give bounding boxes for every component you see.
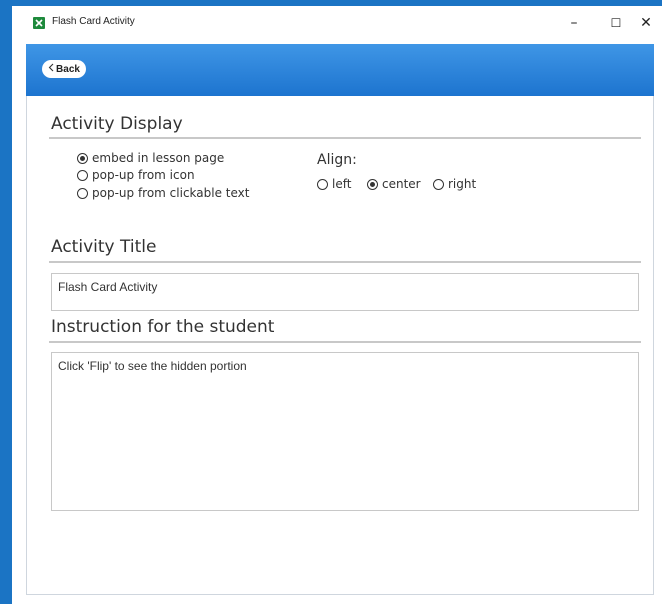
radio-label: pop-up from clickable text [92, 186, 250, 200]
radio-indicator [77, 169, 88, 181]
radio-label: pop-up from icon [92, 168, 195, 182]
radio-indicator [367, 178, 378, 190]
instruction-field[interactable]: Click 'Flip' to see the hidden portion [51, 352, 639, 511]
minimize-button[interactable]: – [559, 12, 589, 34]
maximize-button[interactable]: ☐ [601, 12, 631, 34]
radio-pop-up-from-icon[interactable]: pop-up from icon [77, 168, 195, 182]
activity-title-field[interactable]: Flash Card Activity [51, 273, 639, 311]
activity-display-heading: Activity Display [51, 114, 183, 134]
radio-label: right [448, 177, 477, 191]
desktop-edge-left [0, 0, 12, 604]
radio-indicator [77, 187, 88, 199]
radio-label: embed in lesson page [92, 151, 225, 165]
radio-label: center [382, 177, 421, 191]
radio-indicator [317, 178, 328, 190]
radio-embed-in-lesson-page[interactable]: embed in lesson page [77, 151, 224, 165]
radio-align-left[interactable]: left [317, 177, 351, 191]
chevron-left-icon [48, 63, 54, 75]
instruction-heading: Instruction for the student [51, 317, 275, 337]
window-title: Flash Card Activity [52, 16, 135, 27]
divider [49, 341, 641, 343]
radio-align-center[interactable]: center [367, 177, 421, 191]
close-button[interactable]: ✕ [631, 12, 661, 34]
radio-indicator [433, 178, 444, 190]
header-band: Back [26, 44, 654, 96]
radio-label: left [332, 177, 352, 191]
align-label: Align: [317, 152, 357, 168]
divider [49, 261, 641, 263]
radio-pop-up-from-clickable-text[interactable]: pop-up from clickable text [77, 186, 249, 200]
back-button-label: Back [56, 63, 80, 75]
radio-indicator [77, 152, 88, 164]
divider [49, 137, 641, 139]
radio-align-right[interactable]: right [433, 177, 476, 191]
activity-title-heading: Activity Title [51, 237, 157, 257]
title-bar: Flash Card Activity – ☐ ✕ [12, 6, 662, 40]
content-panel: Activity Display embed in lesson page po… [26, 96, 654, 595]
app-icon [33, 17, 45, 29]
back-button[interactable]: Back [42, 60, 86, 78]
